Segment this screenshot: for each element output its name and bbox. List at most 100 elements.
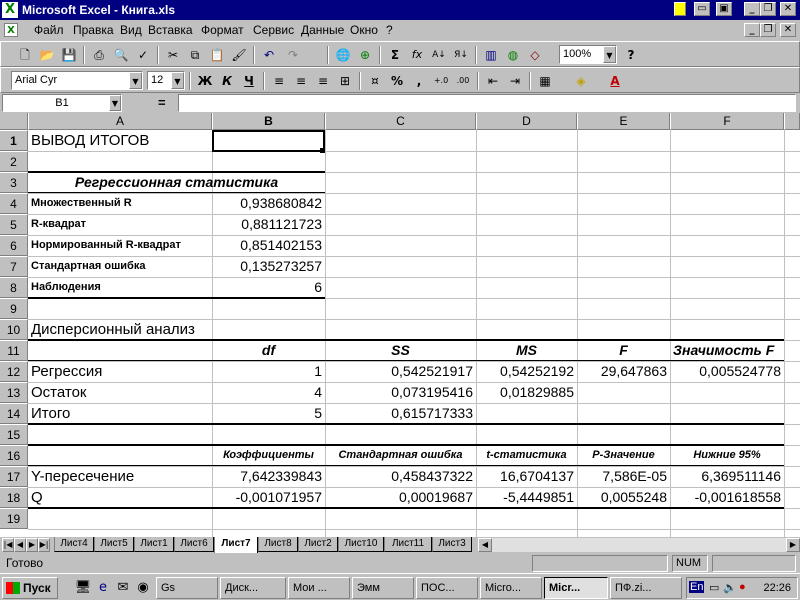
hyperlink-icon[interactable]: 🌐: [333, 45, 353, 65]
row-header-12[interactable]: 12: [0, 361, 28, 382]
borders-icon[interactable]: ▦: [535, 71, 555, 91]
name-box[interactable]: B1 ▼: [2, 94, 122, 112]
doc-minimize-button[interactable]: _: [744, 23, 760, 37]
cell-c13[interactable]: 0,073195416: [325, 382, 476, 403]
cell-a14[interactable]: Итого: [28, 403, 212, 424]
prev-sheet-icon[interactable]: ◀: [14, 538, 26, 552]
doc-close-button[interactable]: ✕: [780, 23, 796, 37]
last-sheet-icon[interactable]: ▶|: [38, 538, 50, 552]
cell-a8[interactable]: Наблюдения: [28, 277, 212, 298]
notify-icon[interactable]: [674, 2, 686, 16]
cell-b6[interactable]: 0,851402153: [212, 235, 325, 256]
scroll-left-icon[interactable]: ◀: [478, 538, 492, 552]
font-name-select[interactable]: Arial Cyr ▼: [11, 71, 143, 90]
web-toolbar-icon[interactable]: ⊕: [355, 45, 375, 65]
open-folder-icon[interactable]: 📂: [37, 45, 57, 65]
office-shortcut-icon[interactable]: ▭: [694, 2, 710, 16]
currency-icon[interactable]: ¤: [365, 71, 385, 91]
menu-help[interactable]: ?: [386, 23, 393, 37]
decrease-decimal-icon[interactable]: .00: [453, 71, 473, 91]
active-cell-selection[interactable]: [212, 130, 325, 152]
window-icon[interactable]: ▣: [716, 2, 732, 16]
sheet-tab[interactable]: Лист4: [54, 537, 94, 552]
row-header-13[interactable]: 13: [0, 382, 28, 403]
spelling-icon[interactable]: ✓: [133, 45, 153, 65]
row-header-7[interactable]: 7: [0, 256, 28, 277]
cell-b11[interactable]: df: [212, 340, 325, 361]
taskbar-item[interactable]: Gs: [156, 577, 218, 599]
increase-indent-icon[interactable]: ⇥: [505, 71, 525, 91]
fill-handle[interactable]: [320, 148, 325, 153]
taskbar-item[interactable]: Micro...: [480, 577, 542, 599]
fill-color-icon[interactable]: ◈: [571, 71, 591, 91]
decrease-indent-icon[interactable]: ⇤: [483, 71, 503, 91]
minimize-button[interactable]: _: [744, 2, 760, 16]
cell-f18[interactable]: -0,001618558: [670, 487, 784, 508]
cell-d12[interactable]: 0,54252192: [476, 361, 577, 382]
sheet-tab[interactable]: Лист1: [134, 537, 174, 552]
cell-f11[interactable]: Значимость F: [670, 340, 784, 361]
row-header-6[interactable]: 6: [0, 235, 28, 256]
cell-a10[interactable]: Дисперсионный анализ: [28, 319, 212, 340]
row-header-8[interactable]: 8: [0, 277, 28, 298]
percent-button[interactable]: %: [387, 71, 407, 91]
sort-descending-icon[interactable]: Я↓: [451, 45, 471, 65]
volume-icon[interactable]: 🔈: [723, 581, 737, 594]
start-button[interactable]: Пуск: [2, 577, 58, 599]
taskbar-item[interactable]: Диск...: [220, 577, 286, 599]
row-header-2[interactable]: 2: [0, 151, 28, 172]
merge-center-icon[interactable]: ⊞: [335, 71, 355, 91]
underline-button[interactable]: Ч: [239, 71, 259, 91]
italic-button[interactable]: К: [217, 71, 237, 91]
sheet-tab[interactable]: Лист10: [338, 537, 384, 552]
print-icon[interactable]: ⎙: [89, 45, 109, 65]
cell-c11[interactable]: SS: [325, 340, 476, 361]
cell-a3[interactable]: Регрессионная статистика: [28, 172, 325, 193]
cell-b5[interactable]: 0,881121723: [212, 214, 325, 235]
cell-b16[interactable]: Коэффициенты: [212, 445, 325, 466]
sheet-tab[interactable]: Лист5: [94, 537, 134, 552]
row-header-16[interactable]: 16: [0, 445, 28, 466]
cell-c18[interactable]: 0,00019687: [325, 487, 476, 508]
next-sheet-icon[interactable]: ▶: [26, 538, 38, 552]
menu-edit[interactable]: Правка: [73, 23, 114, 37]
cell-e17[interactable]: 7,586E-05: [577, 466, 670, 487]
cell-f17[interactable]: 6,369511146: [670, 466, 784, 487]
column-header-c[interactable]: C: [325, 113, 476, 130]
undo-icon[interactable]: ↶: [259, 45, 279, 65]
column-header-b[interactable]: B: [212, 113, 325, 130]
close-button[interactable]: ✕: [780, 2, 796, 16]
cell-a6[interactable]: Нормированный R-квадрат: [28, 235, 212, 256]
zoom-select[interactable]: 100% ▼: [559, 45, 617, 64]
column-header-f[interactable]: F: [670, 113, 784, 130]
taskbar-item[interactable]: Мои ...: [288, 577, 350, 599]
doc-restore-button[interactable]: ❐: [760, 23, 776, 37]
font-color-icon[interactable]: A: [605, 71, 625, 91]
sheet-tab[interactable]: Лист2: [298, 537, 338, 552]
row-header-10[interactable]: 10: [0, 319, 28, 340]
excel-app-icon[interactable]: X: [2, 2, 18, 18]
chevron-down-icon[interactable]: ▼: [171, 72, 184, 89]
help-icon[interactable]: ?: [621, 45, 641, 65]
autosum-icon[interactable]: Σ: [385, 45, 405, 65]
bold-button[interactable]: Ж: [195, 71, 215, 91]
column-header-d[interactable]: D: [476, 113, 577, 130]
taskbar-item[interactable]: Эмм: [352, 577, 414, 599]
cell-b18[interactable]: -0,001071957: [212, 487, 325, 508]
select-all-corner[interactable]: [0, 113, 28, 130]
cell-e16[interactable]: P-Значение: [577, 445, 670, 466]
internet-explorer-icon[interactable]: e: [94, 579, 112, 597]
chevron-down-icon[interactable]: ▼: [603, 46, 616, 63]
cell-e11[interactable]: F: [577, 340, 670, 361]
align-right-icon[interactable]: ≡: [313, 71, 333, 91]
cell-a18[interactable]: Q: [28, 487, 212, 508]
worksheet-grid[interactable]: A B C D E F 1 2 3 4 5 6 7 8 9 10 11 12 1…: [0, 113, 800, 537]
row-header-5[interactable]: 5: [0, 214, 28, 235]
outlook-icon[interactable]: ✉: [114, 579, 132, 597]
row-header-4[interactable]: 4: [0, 193, 28, 214]
column-header-g[interactable]: [784, 113, 800, 130]
cut-icon[interactable]: ✂: [163, 45, 183, 65]
equals-sign[interactable]: =: [158, 95, 166, 110]
cell-a5[interactable]: R-квадрат: [28, 214, 212, 235]
horizontal-scrollbar[interactable]: ◀ ▶: [478, 538, 800, 552]
